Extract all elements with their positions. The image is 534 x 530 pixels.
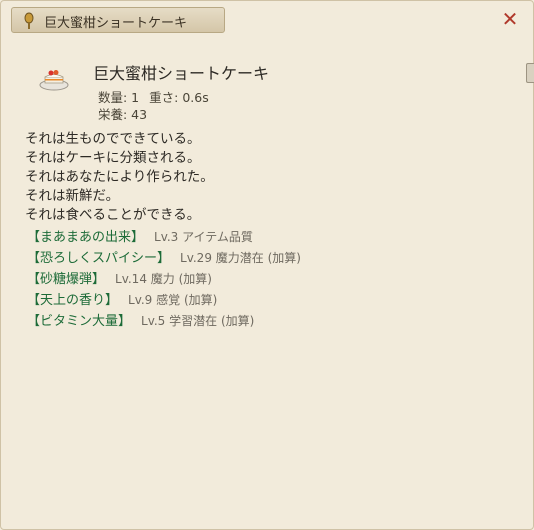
nutrition-stat: 栄養: 43 [98,107,148,122]
enchantment-row: 【砂糖爆弾】 Lv.14 魔力 (加算) [27,268,212,287]
enchantment-row: 【ビタミン大量】 Lv.5 学習潜在 (加算) [27,310,254,329]
side-tab-handle[interactable] [526,63,534,83]
enchantment-name: 【まあまあの出来】 [27,230,145,245]
enchantment-name: 【ビタミン大量】 [27,314,132,329]
enchantment-row: 【恐ろしくスパイシー】 Lv.29 魔力潜在 (加算) [27,247,301,266]
item-name: 巨大蜜柑ショートケーキ [93,64,270,83]
enchantment-name: 【天上の香り】 [27,293,119,308]
window-titlebar[interactable]: 巨大蜜柑ショートケーキ [11,7,225,33]
enchantment-row: 【まあまあの出来】 Lv.3 アイテム品質 [27,226,253,245]
key-icon [24,12,34,29]
enchantment-row: 【天上の香り】 Lv.9 感覚 (加算) [27,289,217,308]
enchantment-detail: Lv.29 魔力潜在 (加算) [180,251,301,265]
cake-icon [39,70,69,91]
description-line: それは食べることができる。 [25,207,201,223]
description-line: それはあなたにより作られた。 [25,169,214,185]
enchantment-detail: Lv.3 アイテム品質 [154,230,253,244]
enchantment-detail: Lv.5 学習潜在 (加算) [141,314,255,328]
description-line: それは生ものでできている。 [25,131,201,147]
enchantment-name: 【恐ろしくスパイシー】 [27,251,171,266]
enchantment-detail: Lv.14 魔力 (加算) [115,272,212,286]
quantity-stat: 数量: 1 [98,90,140,105]
weight-stat: 重さ: 0.6s [149,90,209,105]
description-line: それは新鮮だ。 [25,188,120,204]
close-button[interactable]: ✕ [500,9,520,29]
item-detail-window: 巨大蜜柑ショートケーキ ✕ 巨大蜜柑ショートケーキ 数量: 1 重さ: 0.6s … [0,0,534,530]
description-line: それはケーキに分類される。 [25,150,201,166]
enchantment-name: 【砂糖爆弾】 [27,272,106,287]
enchantment-detail: Lv.9 感覚 (加算) [128,293,218,307]
window-title: 巨大蜜柑ショートケーキ [44,16,188,31]
